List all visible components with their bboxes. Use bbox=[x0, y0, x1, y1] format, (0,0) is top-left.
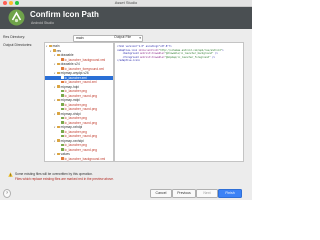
window-title: Asset Studio bbox=[114, 0, 138, 5]
code-token: android:drawable= bbox=[140, 52, 165, 56]
tree-item-label: ic_launcher_round.png bbox=[64, 134, 98, 138]
xml-file-icon bbox=[61, 67, 64, 70]
xml-file-icon bbox=[61, 76, 64, 79]
code-line: <?xml version="1.0" encoding="utf-8"?> bbox=[117, 45, 172, 48]
tree-item-label: main bbox=[52, 44, 60, 48]
page-subtitle: Android Studio bbox=[31, 21, 54, 25]
folder-icon bbox=[57, 71, 60, 75]
preview-tabbar: Output File bbox=[114, 34, 242, 40]
code-token: "@mipmap/ic_launcher_foreground" bbox=[164, 55, 211, 59]
tree-item-label: ic_launcher_round.png bbox=[64, 93, 98, 98]
warning-icon bbox=[8, 172, 13, 177]
image-file-icon bbox=[61, 130, 64, 133]
code-token: "http://schemas.android.com/apk/res/andr… bbox=[158, 48, 223, 52]
image-file-icon bbox=[61, 143, 64, 147]
code-token: <background bbox=[117, 52, 141, 56]
tab-output-file[interactable]: Output File bbox=[114, 34, 131, 40]
tree-item-label: ic_launcher_round.png bbox=[64, 147, 98, 152]
folder-icon bbox=[57, 125, 60, 129]
tree-item-label: ic_launcher_round.xml bbox=[64, 80, 97, 84]
res-directory-label: Res Directory: bbox=[3, 35, 26, 39]
folder-icon bbox=[57, 139, 60, 142]
image-file-icon bbox=[61, 134, 64, 138]
tree-item-label: ic_launcher.png bbox=[64, 102, 87, 107]
overwrite-warning: Some existing files will be overwritten … bbox=[8, 172, 244, 186]
tree-item-label: ic_launcher.xml bbox=[64, 75, 87, 80]
image-file-icon bbox=[61, 107, 64, 111]
folder-icon bbox=[57, 85, 60, 88]
code-line: </adaptive-icon> bbox=[117, 59, 140, 62]
code-token: <foreground bbox=[117, 55, 141, 59]
xml-file-icon bbox=[61, 58, 64, 61]
tree-item-label: ic_launcher_round.png bbox=[64, 120, 98, 125]
code-line: <adaptive-icon xmlns:android="http://sch… bbox=[117, 49, 224, 52]
tree-item-label: drawable-v24 bbox=[60, 62, 80, 66]
tree-item-label: ic_launcher.png bbox=[64, 129, 87, 134]
code-token: "@drawable/ic_launcher_background" bbox=[164, 52, 214, 56]
asset-studio-window: Asset Studio Confirm Icon Path Android S… bbox=[0, 0, 252, 200]
tree-item-label: ic_launcher.png bbox=[64, 143, 87, 147]
tree-item-label: drawable bbox=[60, 53, 74, 57]
code-token: <?xml version="1.0" encoding="utf-8"?> bbox=[117, 45, 172, 48]
tree-item-label: mipmap-hdpi bbox=[60, 84, 80, 89]
previous-button[interactable]: Previous bbox=[172, 189, 196, 198]
code-token: xmlns:android= bbox=[138, 48, 159, 52]
xml-file-icon bbox=[61, 157, 64, 160]
tree-item-label: mipmap-anydpi-v26 bbox=[60, 71, 89, 75]
image-file-icon bbox=[61, 103, 64, 106]
tree-item-label: mipmap-xxxhdpi bbox=[60, 138, 84, 143]
tree-item-label: ic_launcher.png bbox=[64, 89, 87, 93]
tree-item-label: ic_launcher.png bbox=[64, 116, 87, 120]
folder-icon bbox=[57, 112, 60, 115]
finish-button[interactable]: Finish bbox=[218, 189, 242, 198]
code-token: android:drawable= bbox=[140, 55, 165, 59]
folder-icon bbox=[57, 53, 60, 57]
code-token: </adaptive-icon> bbox=[117, 59, 141, 63]
tree-item-label: mipmap-xhdpi bbox=[60, 111, 81, 116]
image-file-icon bbox=[61, 121, 64, 124]
output-file-preview: <?xml version="1.0" encoding="utf-8"?> <a… bbox=[114, 42, 244, 162]
image-file-icon bbox=[61, 94, 64, 97]
warning-line-1: Some existing files will be overwritten … bbox=[15, 172, 93, 176]
folder-icon bbox=[57, 62, 60, 66]
code-token: /> bbox=[210, 55, 215, 59]
image-file-icon bbox=[61, 148, 64, 151]
wizard-header: Confirm Icon Path Android Studio bbox=[0, 7, 252, 29]
folder-icon bbox=[57, 98, 60, 102]
code-token: <adaptive-icon bbox=[117, 48, 139, 52]
folder-icon bbox=[49, 44, 52, 48]
cancel-button[interactable]: Cancel bbox=[150, 189, 172, 198]
image-file-icon bbox=[61, 89, 64, 93]
tree-item-label: mipmap-mdpi bbox=[60, 98, 80, 102]
window-titlebar: Asset Studio bbox=[0, 0, 252, 7]
image-file-icon bbox=[61, 116, 64, 120]
folder-icon bbox=[57, 152, 60, 156]
page-title: Confirm Icon Path bbox=[30, 10, 99, 19]
output-directories-tree[interactable]: ▾ main ▾ res ▾ drawable ic_launcher_background… bbox=[44, 42, 114, 162]
tree-item-label: res bbox=[56, 48, 62, 53]
tree-item-label: ic_launcher_foreground.xml bbox=[64, 66, 104, 71]
res-directory-value: main bbox=[76, 36, 84, 40]
tree-item-label: values bbox=[60, 152, 70, 156]
code-token: /> bbox=[213, 52, 218, 56]
tree-item-label: mipmap-xxhdpi bbox=[60, 125, 83, 129]
warning-line-2: Files which replace existing files are m… bbox=[15, 177, 114, 181]
folder-icon bbox=[53, 49, 56, 52]
code-token: > bbox=[222, 48, 224, 52]
output-directories-label: Output Directories: bbox=[3, 43, 33, 47]
help-button[interactable]: ? bbox=[3, 189, 11, 198]
xml-file-icon bbox=[61, 80, 64, 84]
next-button[interactable]: Next bbox=[196, 189, 218, 198]
tree-item-label: ic_launcher_round.png bbox=[64, 107, 98, 111]
tree-file-row[interactable]: ic_launcher_background.xml bbox=[45, 156, 113, 161]
android-studio-logo-icon bbox=[8, 9, 25, 26]
tree-item-label: ic_launcher_background.xml bbox=[64, 57, 106, 62]
tree-item-label: ic_launcher_background.xml bbox=[64, 156, 106, 161]
code-line: <background android:drawable="@drawable/… bbox=[117, 52, 218, 55]
code-line: <foreground android:drawable="@mipmap/ic… bbox=[117, 56, 215, 59]
